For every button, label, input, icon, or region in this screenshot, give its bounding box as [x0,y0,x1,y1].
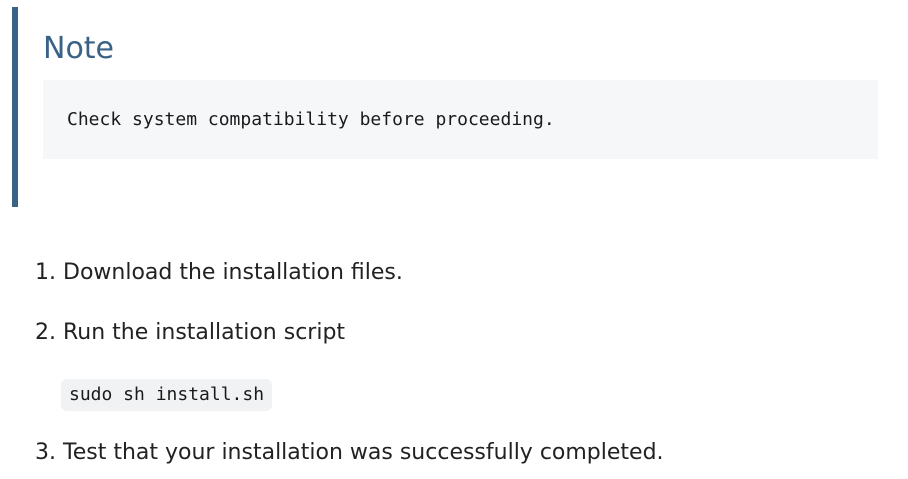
step-number: 1. [35,260,56,285]
step-number: 3. [35,440,56,465]
step-text: Run the installation script [63,320,346,345]
note-code-block: Check system compatibility before procee… [43,80,878,159]
note-title: Note [43,31,115,66]
install-command-code: sudo sh install.sh [61,379,273,411]
step-text: Download the installation files. [63,260,403,285]
step-text: Test that your installation was successf… [63,440,664,465]
step-item: 2. Run the installation script [35,317,345,349]
note-code-text: Check system compatibility before procee… [67,109,555,130]
step-item: 1. Download the installation files. [35,257,403,289]
step-item: 3. Test that your installation was succe… [35,437,664,469]
note-callout: Note Check system compatibility before p… [12,7,878,207]
step-number: 2. [35,320,56,345]
